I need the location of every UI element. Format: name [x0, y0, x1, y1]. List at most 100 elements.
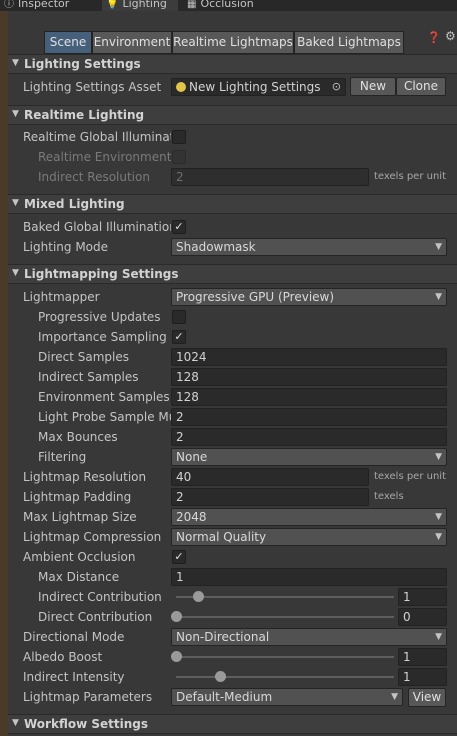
field-label: Directional Mode	[23, 630, 125, 644]
directional-mode-dropdown[interactable]: Non-Directional ▼	[171, 628, 447, 646]
baked-gi-checkbox[interactable]: ✓	[172, 220, 186, 234]
row-max-distance: Max Distance 1	[8, 567, 457, 587]
row-lightmap-parameters: Lightmap Parameters Default-Medium ▼ Vie…	[8, 687, 457, 707]
row-indirect-contribution: Indirect Contribution 1	[8, 587, 457, 607]
field-label: Max Bounces	[38, 430, 118, 444]
row-light-probe-sample-multiplier: Light Probe Sample Mu 2	[8, 407, 457, 427]
section-title: Lightmapping Settings	[24, 267, 179, 281]
direct-contribution-slider[interactable]	[176, 616, 394, 618]
indirect-contribution-field[interactable]: 1	[398, 588, 447, 606]
row-lightmap-padding: Lightmap Padding 2 texels	[8, 487, 457, 507]
editor-tab-bar: ⓘ Inspector 💡 Lighting ▦ Occlusion	[0, 0, 457, 11]
albedo-boost-slider[interactable]	[176, 656, 394, 658]
field-label: Lightmapper	[23, 290, 100, 304]
expanded-arrow-icon: ▼	[12, 198, 19, 208]
subtab-environment[interactable]: Environment	[92, 31, 172, 54]
row-lightmapper: Lightmapper Progressive GPU (Preview) ▼	[8, 287, 457, 307]
slider-handle[interactable]	[214, 671, 226, 682]
row-importance-sampling: Importance Sampling ✓	[8, 327, 457, 347]
unit-label: texels	[374, 491, 404, 502]
albedo-boost-field[interactable]: 1	[398, 648, 447, 666]
expanded-arrow-icon: ▼	[12, 718, 19, 728]
new-button[interactable]: New	[350, 77, 396, 96]
section-mixed-lighting[interactable]: ▼ Mixed Lighting	[8, 194, 457, 214]
row-indirect-intensity: Indirect Intensity 1	[8, 667, 457, 687]
field-label: Max Distance	[38, 570, 120, 584]
lighting-settings-asset-field[interactable]: New Lighting Settings ⊙	[171, 78, 346, 96]
occlusion-icon: ▦	[187, 0, 197, 10]
row-max-bounces: Max Bounces 2	[8, 427, 457, 447]
field-label: Lightmap Compression	[23, 530, 162, 544]
slider-handle[interactable]	[171, 651, 182, 662]
indirect-samples-field[interactable]: 128	[171, 368, 447, 386]
indirect-resolution-field[interactable]: 2	[171, 168, 369, 186]
section-realtime-lighting[interactable]: ▼ Realtime Lighting	[8, 105, 457, 125]
section-workflow-settings[interactable]: ▼ Workflow Settings	[8, 714, 457, 734]
indirect-intensity-slider[interactable]	[176, 676, 394, 678]
ambient-occlusion-checkbox[interactable]: ✓	[172, 550, 186, 564]
scene-view-edge	[0, 10, 8, 736]
bulb-icon: 💡	[106, 0, 119, 10]
clone-button[interactable]: Clone	[396, 77, 446, 96]
environment-samples-field[interactable]: 128	[171, 388, 447, 406]
direct-samples-field[interactable]: 1024	[171, 348, 447, 366]
section-lighting-settings[interactable]: ▼ Lighting Settings	[8, 54, 457, 74]
max-bounces-field[interactable]: 2	[171, 428, 447, 446]
indirect-contribution-slider[interactable]	[176, 596, 394, 598]
row-progressive-updates: Progressive Updates	[8, 307, 457, 327]
dropdown-arrow-icon: ▼	[435, 632, 442, 642]
field-label: Direct Contribution	[38, 610, 153, 624]
field-label: Ambient Occlusion	[23, 550, 136, 564]
row-lighting-mode: Lighting Mode Shadowmask ▼	[8, 237, 457, 257]
row-realtime-environment: Realtime Environment L	[8, 147, 457, 167]
row-direct-contribution: Direct Contribution 0	[8, 607, 457, 627]
field-label: Environment Samples	[38, 390, 170, 404]
lightmap-compression-dropdown[interactable]: Normal Quality ▼	[171, 528, 447, 546]
subtab-baked-lightmaps[interactable]: Baked Lightmaps	[294, 31, 404, 54]
lightmap-parameters-dropdown[interactable]: Default-Medium ▼	[171, 688, 403, 706]
direct-contribution-field[interactable]: 0	[398, 608, 447, 626]
dropdown-arrow-icon: ▼	[435, 452, 442, 462]
max-lightmap-size-dropdown[interactable]: 2048 ▼	[171, 508, 447, 526]
row-environment-samples: Environment Samples 128	[8, 387, 457, 407]
dropdown-arrow-icon: ▼	[435, 532, 442, 542]
tab-occlusion[interactable]: ▦ Occlusion	[183, 0, 273, 11]
help-icon[interactable]: ❓	[427, 31, 441, 44]
indirect-intensity-field[interactable]: 1	[398, 668, 447, 686]
slider-handle[interactable]	[171, 611, 182, 622]
lightmap-resolution-field[interactable]: 40	[171, 468, 369, 486]
subtab-realtime-lightmaps[interactable]: Realtime Lightmaps	[172, 31, 294, 54]
slider-handle[interactable]	[192, 591, 204, 602]
object-picker-icon[interactable]: ⊙	[332, 79, 341, 95]
field-label: Baked Global Illumination	[23, 220, 171, 234]
row-indirect-samples: Indirect Samples 128	[8, 367, 457, 387]
filtering-dropdown[interactable]: None ▼	[171, 448, 447, 466]
subtab-scene[interactable]: Scene	[44, 31, 92, 54]
lighting-mode-dropdown[interactable]: Shadowmask ▼	[171, 238, 447, 256]
realtime-gi-checkbox[interactable]	[172, 130, 186, 144]
gear-icon[interactable]: ⚙	[445, 29, 456, 43]
realtime-environment-checkbox[interactable]	[172, 150, 186, 164]
field-label: Indirect Samples	[38, 370, 139, 384]
importance-sampling-checkbox[interactable]: ✓	[172, 330, 186, 344]
row-lightmap-resolution: Lightmap Resolution 40 texels per unit	[8, 467, 457, 487]
section-lightmapping-settings[interactable]: ▼ Lightmapping Settings	[8, 264, 457, 284]
tab-lighting[interactable]: 💡 Lighting	[102, 0, 178, 11]
row-lightmap-compression: Lightmap Compression Normal Quality ▼	[8, 527, 457, 547]
row-filtering: Filtering None ▼	[8, 447, 457, 467]
tab-inspector[interactable]: ⓘ Inspector	[0, 0, 72, 11]
lightmap-padding-field[interactable]: 2	[171, 488, 369, 506]
progressive-updates-checkbox[interactable]	[172, 310, 186, 324]
field-label: Direct Samples	[38, 350, 129, 364]
expanded-arrow-icon: ▼	[12, 268, 19, 278]
light-probe-sample-multiplier-field[interactable]: 2	[171, 408, 447, 426]
section-title: Workflow Settings	[24, 717, 148, 731]
row-realtime-gi: Realtime Global Illuminatio	[8, 127, 457, 147]
row-albedo-boost: Albedo Boost 1	[8, 647, 457, 667]
section-title: Realtime Lighting	[24, 108, 145, 122]
max-distance-field[interactable]: 1	[171, 568, 447, 586]
view-button[interactable]: View	[408, 688, 446, 707]
lightmapper-dropdown[interactable]: Progressive GPU (Preview) ▼	[171, 288, 447, 306]
field-label: Lightmap Resolution	[23, 470, 147, 484]
unit-label: texels per unit	[374, 471, 446, 482]
